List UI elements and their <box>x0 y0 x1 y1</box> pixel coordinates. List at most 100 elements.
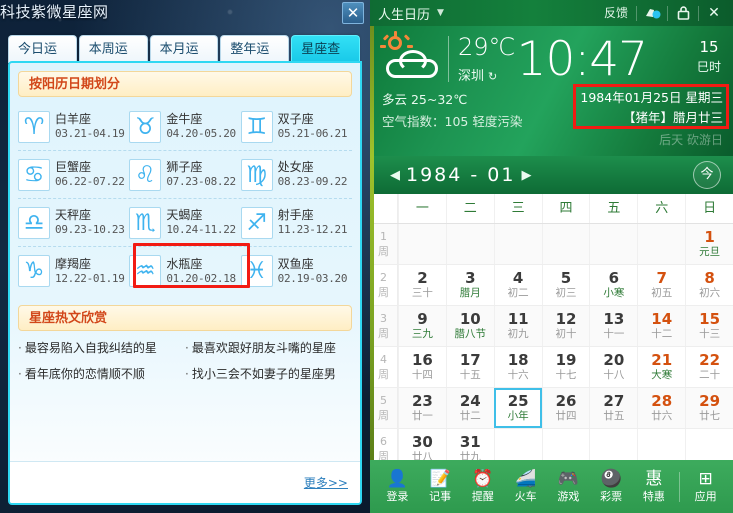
calendar-day[interactable]: 5 初三 <box>541 265 590 305</box>
tab-year-fortune[interactable]: 整年运势 <box>220 35 290 84</box>
section-title-hot-articles: 星座热文欣赏 <box>18 305 352 331</box>
tab-month-fortune[interactable]: 本月运势 <box>149 35 219 84</box>
weekday-fri: 五 <box>589 194 637 223</box>
calendar-day[interactable]: 6 小寒 <box>589 265 637 305</box>
dock-item-label: 应用 <box>694 490 717 503</box>
lottery-icon: 🎱 <box>600 469 622 489</box>
calendar-day[interactable]: 28 廿六 <box>637 388 685 428</box>
zodiac-date: 05.21-06.21 <box>277 127 348 141</box>
weekday-wed: 三 <box>493 194 542 223</box>
day-lunar-label: 廿二 <box>459 410 481 422</box>
calendar-day[interactable]: 20 十八 <box>589 347 637 387</box>
prev-month-button[interactable]: ◀ <box>384 168 406 183</box>
week-number: 1周 <box>370 224 398 264</box>
dock-item-记事[interactable]: 📝 记事 <box>419 469 462 504</box>
more-bar: 更多>> <box>10 461 360 503</box>
calendar-day[interactable]: 13 十一 <box>589 306 637 346</box>
dock-item-特惠[interactable]: 惠特惠 <box>633 469 676 504</box>
month-navigation: ◀ 1984 - 01 ▶ 今 <box>370 156 733 194</box>
dock-item-彩票[interactable]: 🎱 彩票 <box>590 469 633 504</box>
calendar-day[interactable]: 17 十五 <box>445 347 494 387</box>
refresh-icon[interactable]: ↻ <box>488 70 497 83</box>
calendar-day[interactable]: 24 廿二 <box>445 388 494 428</box>
calendar-day[interactable]: 8 初六 <box>685 265 733 305</box>
calendar-day[interactable]: 26 廿四 <box>541 388 590 428</box>
calendar-day[interactable]: 10 腊八节 <box>445 306 494 346</box>
calendar-day[interactable]: 25 小年 <box>493 388 542 428</box>
today-button[interactable]: 今 <box>693 161 721 189</box>
calendar-day[interactable]: 14 十二 <box>637 306 685 346</box>
next-month-button[interactable]: ▶ <box>515 168 537 183</box>
zodiac-item-gemini[interactable]: ♊ 双子座 05.21-06.21 <box>240 110 352 143</box>
zodiac-item-taurus[interactable]: ♉ 金牛座 04.20-05.20 <box>129 110 240 143</box>
zodiac-item-leo[interactable]: ♌ 狮子座 07.23-08.22 <box>129 158 240 191</box>
zodiac-item-scorpio[interactable]: ♏ 天蝎座 10.24-11.22 <box>129 206 240 239</box>
lock-icon[interactable] <box>668 0 698 26</box>
list-item[interactable]: 找小三会不如妻子的星座男 <box>185 361 352 387</box>
tab-zodiac-query[interactable]: 星座查询 <box>291 35 360 84</box>
zodiac-item-sagittarius[interactable]: ♐ 射手座 11.23-12.21 <box>240 206 352 239</box>
week-number: 2周 <box>370 265 398 305</box>
calendar-day[interactable]: 15 十三 <box>685 306 733 346</box>
dock-item-登录[interactable]: 👤 登录 <box>376 469 419 504</box>
calendar-day[interactable]: 1 元旦 <box>685 224 733 264</box>
sun-ray <box>403 34 411 41</box>
calendar-day[interactable]: 2 三十 <box>398 265 446 305</box>
day-lunar-label: 十三 <box>699 328 721 340</box>
zodiac-row: ♈ 白羊座 03.21-04.19 ♉ 金牛座 04.20-05.20 ♊ 双子… <box>18 103 352 151</box>
dock-item-提醒[interactable]: ⏰ 提醒 <box>462 469 505 504</box>
day-number: 18 <box>507 351 529 369</box>
more-link[interactable]: 更多>> <box>304 474 348 491</box>
list-item[interactable]: 看年底你的恋情顺不顺 <box>18 361 185 387</box>
dock-item-火车[interactable]: 🚄 火车 <box>504 469 547 504</box>
list-item[interactable]: 最容易陷入自我纠结的星 <box>18 335 185 361</box>
weather-widget[interactable]: 29℃ 深圳 ↻ <box>380 31 516 84</box>
zodiac-item-libra[interactable]: ♎ 天秤座 09.23-10.23 <box>18 206 129 239</box>
calendar-day[interactable]: 4 初二 <box>493 265 542 305</box>
calendar-day[interactable]: 3 腊月 <box>445 265 494 305</box>
tab-today-fortune[interactable]: 今日运势 <box>8 35 77 84</box>
sagittarius-icon: ♐ <box>240 206 273 239</box>
day-number: 29 <box>699 392 721 410</box>
dock-item-游戏[interactable]: 🎮 游戏 <box>547 469 590 504</box>
calendar-day[interactable]: 7 初五 <box>637 265 685 305</box>
close-icon[interactable]: ✕ <box>342 2 364 24</box>
day-lunar-label: 二十 <box>699 369 721 381</box>
calendar-week-row: 2 周 2 三十 3 腊月 4 初二 5 初三 6 小寒 7 初五 8 初六 <box>370 265 733 306</box>
zodiac-item-aries[interactable]: ♈ 白羊座 03.21-04.19 <box>18 110 129 143</box>
calendar-day[interactable]: 19 十七 <box>541 347 590 387</box>
calendar-day[interactable]: 12 初十 <box>541 306 590 346</box>
close-icon[interactable]: ✕ <box>699 0 729 26</box>
tab-week-fortune[interactable]: 本周运势 <box>78 35 148 84</box>
chevron-down-icon[interactable]: ▼ <box>437 8 444 18</box>
calendar-day[interactable]: 9 三九 <box>398 306 446 346</box>
calendar-day[interactable]: 22 二十 <box>685 347 733 387</box>
day-number: 11 <box>507 310 529 328</box>
zodiac-date: 11.23-12.21 <box>277 223 348 237</box>
zodiac-item-pisces[interactable]: ♓ 双鱼座 02.19-03.20 <box>240 255 352 287</box>
hot-article-list: 最容易陷入自我纠结的星 最喜欢跟好朋友斗嘴的星座 看年底你的恋情顺不顺 找小三会… <box>18 335 352 387</box>
zodiac-item-cancer[interactable]: ♋ 巨蟹座 06.22-07.22 <box>18 158 129 191</box>
feedback-button[interactable]: 反馈 <box>596 0 636 26</box>
aquarius-icon: ♒ <box>129 255 162 287</box>
skin-icon[interactable] <box>637 0 667 26</box>
day-number: 7 <box>656 269 667 287</box>
calendar-day[interactable]: 18 十六 <box>493 347 542 387</box>
list-item[interactable]: 最喜欢跟好朋友斗嘴的星座 <box>185 335 352 361</box>
zodiac-item-aquarius[interactable]: ♒ 水瓶座 01.20-02.18 <box>129 255 240 287</box>
calendar-day[interactable]: 21 大寒 <box>637 347 685 387</box>
calendar-day-empty <box>589 224 637 264</box>
day-lunar-label: 十一 <box>603 328 625 340</box>
dock-item-应用[interactable]: ⊞ 应用 <box>684 469 727 504</box>
calendar-day[interactable]: 29 廿七 <box>685 388 733 428</box>
calendar-day[interactable]: 27 廿五 <box>589 388 637 428</box>
zodiac-name: 白羊座 <box>55 112 92 127</box>
weather-temperature: 29℃ <box>458 33 516 61</box>
calendar-day[interactable]: 23 廿一 <box>398 388 446 428</box>
calendar-day[interactable]: 11 初九 <box>493 306 542 346</box>
day-lunar-label: 三十 <box>411 287 433 299</box>
zodiac-item-virgo[interactable]: ♍ 处女座 08.23-09.22 <box>240 158 352 191</box>
zodiac-item-capricorn[interactable]: ♑ 摩羯座 12.22-01.19 <box>18 255 129 287</box>
calendar-day[interactable]: 16 十四 <box>398 347 446 387</box>
day-lunar-label: 十八 <box>603 369 625 381</box>
